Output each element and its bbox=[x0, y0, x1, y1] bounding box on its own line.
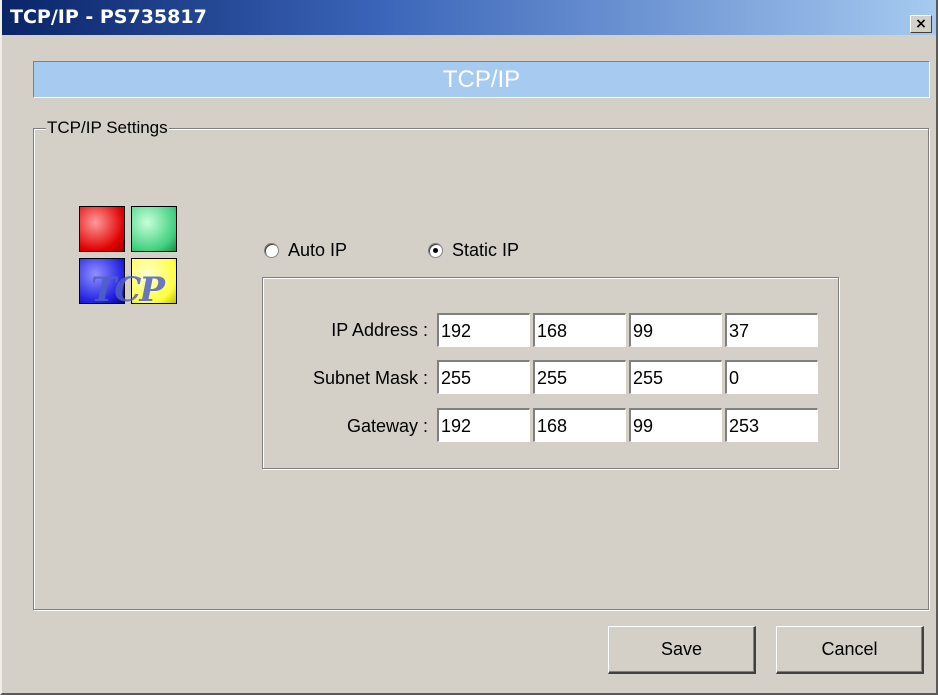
radio-static-ip[interactable]: Static IP bbox=[428, 239, 519, 261]
section-header-title: TCP/IP bbox=[442, 66, 521, 93]
gateway-octet-1[interactable]: 192 bbox=[437, 408, 530, 442]
section-header: TCP/IP bbox=[33, 61, 930, 98]
subnet-mask-octet-3[interactable]: 255 bbox=[629, 360, 722, 394]
radio-static-ip-label: Static IP bbox=[452, 239, 520, 260]
logo-text: TCP bbox=[91, 270, 165, 310]
cancel-button[interactable]: Cancel bbox=[776, 626, 924, 674]
gateway-octet-3[interactable]: 99 bbox=[629, 408, 722, 442]
subnet-mask-octet-2[interactable]: 255 bbox=[533, 360, 626, 394]
ip-address-octet-4[interactable]: 37 bbox=[725, 313, 818, 347]
gateway-label: Gateway : bbox=[346, 416, 428, 436]
ip-address-octet-2[interactable]: 168 bbox=[533, 313, 626, 347]
ip-address-octet-3[interactable]: 99 bbox=[629, 313, 722, 347]
close-icon: × bbox=[915, 16, 927, 32]
tcp-logo-icon: TCP bbox=[79, 206, 179, 310]
radio-static-ip-circle[interactable] bbox=[428, 242, 443, 258]
gateway-octet-2[interactable]: 168 bbox=[533, 408, 626, 442]
radio-auto-ip-circle[interactable] bbox=[264, 242, 279, 258]
ip-address-label: IP Address : bbox=[331, 320, 428, 340]
subnet-mask-octet-1[interactable]: 255 bbox=[437, 360, 530, 394]
subnet-mask-label: Subnet Mask : bbox=[312, 368, 428, 388]
save-button[interactable]: Save bbox=[608, 626, 756, 674]
radio-selected-dot bbox=[433, 247, 438, 253]
title-bar[interactable]: TCP/IP - PS735817 × bbox=[2, 0, 936, 35]
gateway-octet-4[interactable]: 253 bbox=[725, 408, 818, 442]
ip-address-octet-1[interactable]: 192 bbox=[437, 313, 530, 347]
close-button[interactable]: × bbox=[910, 15, 932, 33]
window-title: TCP/IP - PS735817 bbox=[10, 6, 207, 28]
radio-auto-ip-label: Auto IP bbox=[288, 239, 348, 260]
logo-green-square bbox=[131, 206, 177, 252]
logo-red-square bbox=[79, 206, 125, 252]
subnet-mask-octet-4[interactable]: 0 bbox=[725, 360, 818, 394]
group-label: TCP/IP Settings bbox=[46, 118, 169, 138]
tcpip-dialog: TCP/IP - PS735817 × TCP/IP TCP/IP Settin… bbox=[0, 0, 938, 695]
radio-auto-ip[interactable]: Auto IP bbox=[264, 239, 347, 261]
